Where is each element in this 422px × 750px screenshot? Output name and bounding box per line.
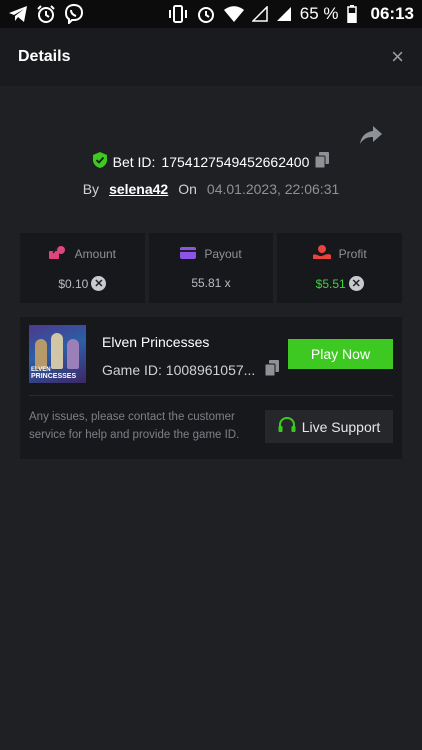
bet-id-label: Bet ID: <box>112 153 156 170</box>
game-id-row: Game ID: 1008961057... <box>102 360 280 379</box>
profit-card: Profit $5.51 ✕ <box>277 233 403 303</box>
game-id: Game ID: 1008961057... <box>102 361 256 378</box>
battery-percent: 65 % <box>299 4 339 23</box>
profit-value: $5.51 <box>315 276 346 291</box>
bet-id-row: Bet ID: 1754127549452662400 <box>0 152 422 171</box>
alarm-icon <box>196 4 216 24</box>
support-note: Any issues, please contact the customer … <box>29 411 240 441</box>
signal-icon <box>276 6 292 22</box>
telegram-icon <box>8 5 28 23</box>
copy-bet-id-icon[interactable] <box>314 152 330 171</box>
currency-x-icon: ✕ <box>91 276 107 291</box>
vibrate-icon <box>168 5 188 23</box>
close-button[interactable]: × <box>391 46 404 68</box>
divider <box>29 395 393 396</box>
thumbnail-figure <box>51 333 63 369</box>
status-bar: 65 % 06:13 <box>0 0 422 28</box>
signal-empty-icon <box>251 6 268 22</box>
by-label: By <box>82 181 100 197</box>
bet-datetime: 04.01.2023, 22:06:31 <box>206 181 340 197</box>
payout-label: Payout <box>204 247 242 261</box>
profit-label: Profit <box>338 246 367 261</box>
verified-shield-icon <box>92 152 107 171</box>
thumbnail-figure <box>35 339 47 369</box>
amount-label: Amount <box>74 246 117 261</box>
bet-meta-row: By selena42 On 04.01.2023, 22:06:31 <box>0 181 422 197</box>
amount-value: $0.10 <box>58 276 89 291</box>
payout-value: 55.81 x <box>191 275 231 290</box>
game-panel: ELVEN PRINCESSES Elven Princesses Game I… <box>20 317 402 459</box>
alarm-clock-icon <box>36 4 56 24</box>
copy-game-id-icon[interactable] <box>264 360 280 379</box>
amount-icon <box>48 245 67 262</box>
page-title: Details <box>18 48 71 65</box>
username-link[interactable]: selena42 <box>109 181 168 197</box>
live-support-label: Live Support <box>301 418 381 435</box>
battery-icon <box>346 5 357 23</box>
wifi-icon <box>223 6 244 22</box>
details-header: Details × <box>0 28 422 86</box>
headset-icon <box>278 416 296 436</box>
payout-card: Payout 55.81 x <box>148 233 274 303</box>
payout-card-icon <box>180 246 197 262</box>
game-thumbnail[interactable]: ELVEN PRINCESSES <box>29 325 86 383</box>
share-icon[interactable] <box>360 126 382 149</box>
bet-stats: Amount $0.10 ✕ Payout 55.81 x Profit $5.… <box>20 233 403 303</box>
amount-card: Amount $0.10 ✕ <box>20 233 145 303</box>
game-name: Elven Princesses <box>102 334 210 350</box>
thumbnail-figure <box>67 339 79 369</box>
bet-id-value: 1754127549452662400 <box>161 153 310 170</box>
profit-icon <box>312 245 331 262</box>
live-support-button[interactable]: Live Support <box>265 410 393 443</box>
thumbnail-title-line2: PRINCESSES <box>31 373 77 380</box>
on-label: On <box>178 181 197 197</box>
currency-x-icon: ✕ <box>348 276 364 291</box>
play-now-button[interactable]: Play Now <box>288 339 393 369</box>
clock-time: 06:13 <box>370 4 414 23</box>
viber-icon <box>64 4 84 24</box>
